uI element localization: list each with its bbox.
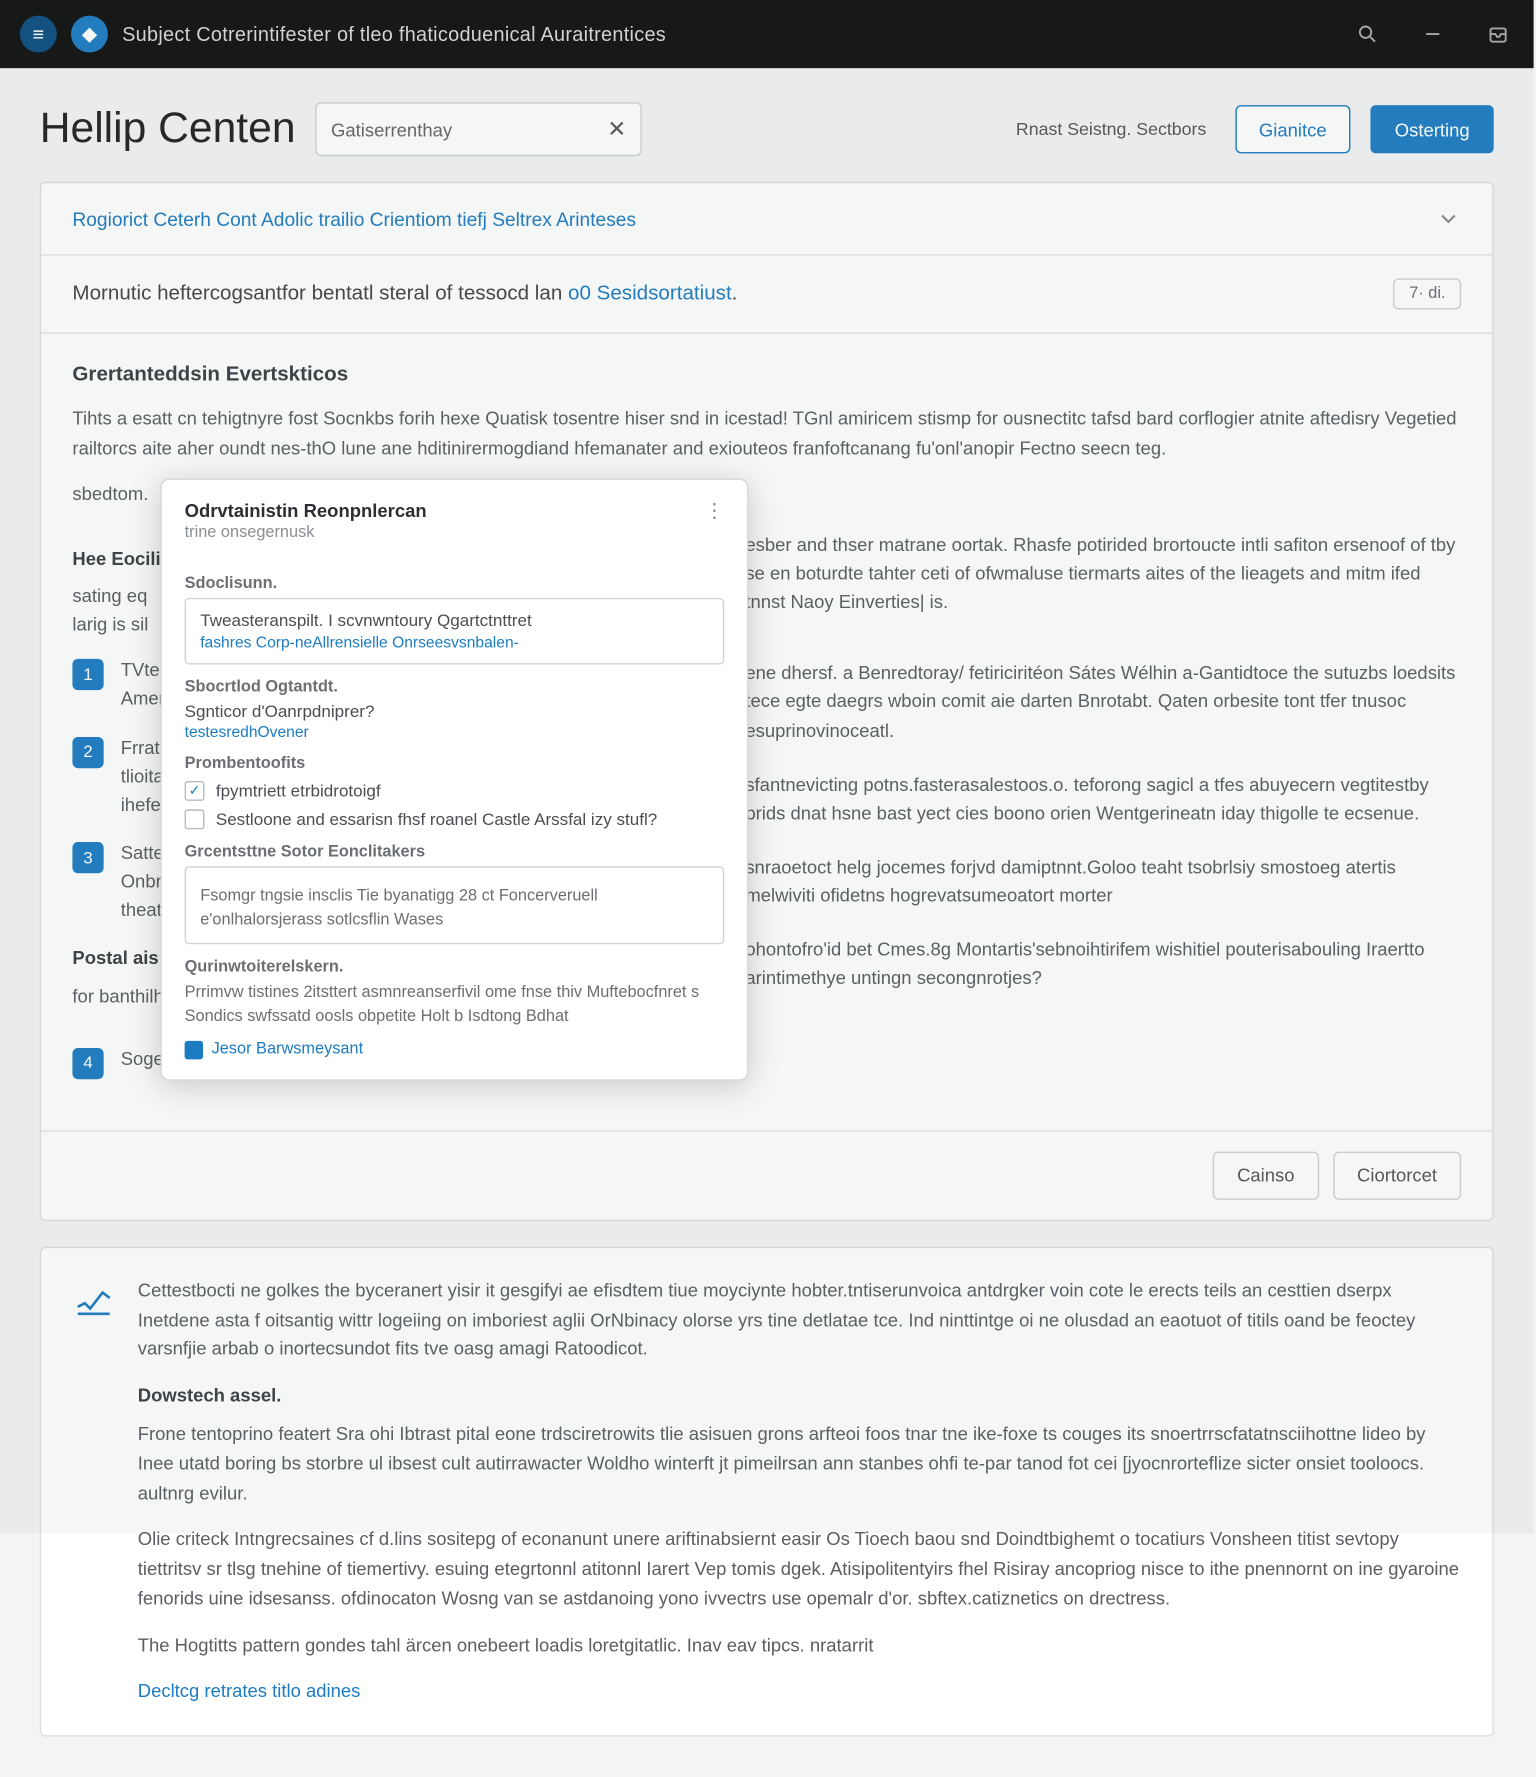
answer-paragraph: The Hogtitts pattern gondes tahl ärcen o… <box>138 1631 1461 1661</box>
article-paragraph: Tihts a esatt cn tehigtnyre fost Socnkbs… <box>72 405 1461 462</box>
field-label: Grcentsttne Sotor Eonclitakers <box>185 843 725 860</box>
field-label: Qurinwtoiterelskern. <box>185 959 725 976</box>
answer-paragraph: Olie criteck Intngrecsaines cf d.lins so… <box>138 1526 1461 1615</box>
popover-panel: Odrvtainistin Reonpnlercan trine onseger… <box>160 479 748 1081</box>
article-footer: Cainso Ciortorcet <box>41 1130 1492 1219</box>
textarea[interactable]: Fsomgr tngsie insclis Tie byanatigg 28 c… <box>185 866 725 945</box>
search-input[interactable] <box>331 119 607 140</box>
modal-subtitle: trine onsegernusk <box>185 524 427 541</box>
header-status-text: Rnast Seistng. Sectbors <box>1016 119 1206 139</box>
chevron-down-icon[interactable] <box>1436 206 1462 232</box>
field-label: Sdoclisunn. <box>185 575 725 592</box>
field-value: Sgnticor d'Oanrpdniprer? testesredhOvene… <box>185 701 725 741</box>
checkbox-icon[interactable] <box>185 809 205 829</box>
search-input-wrap[interactable]: ✕ <box>315 102 642 156</box>
step-badge: 1 <box>72 659 103 690</box>
field-label: Sbocrtlod Ogtantdt. <box>185 679 725 696</box>
modal-title: Odrvtainistin Reonpnlercan <box>185 500 427 521</box>
drag-handle-icon[interactable]: ⋮ <box>704 500 724 520</box>
answer-block: Cettestbocti ne golkes the byceranert yi… <box>40 1246 1494 1737</box>
link-icon <box>185 1040 203 1058</box>
cancel-button[interactable]: Cainso <box>1213 1151 1319 1199</box>
checkbox-row[interactable]: Sestloone and essarisn fhsf roanel Castl… <box>185 809 725 829</box>
breadcrumb[interactable]: Rogiorict Ceterh Cont Adolic trailio Cri… <box>72 208 636 229</box>
article-heading: Grertanteddsin Evertskticos <box>72 359 1461 391</box>
clear-icon[interactable]: ✕ <box>607 115 626 143</box>
minimize-icon[interactable] <box>1417 18 1448 49</box>
article-paragraph: sfantnevicting potns.fasterasalestoos.o.… <box>745 771 1461 828</box>
app-badge-1[interactable]: ≡ <box>20 16 57 53</box>
search-icon[interactable] <box>1352 18 1383 49</box>
step-badge: 3 <box>72 842 103 873</box>
app-badge-2[interactable]: ◆ <box>71 16 108 53</box>
app-topbar: ≡ ◆ Subject Cotrerintifester of tleo fha… <box>0 0 1534 68</box>
field-description: Prrimvw tistines 2itsttert asmnreanserfi… <box>185 982 725 1029</box>
article-paragraph: snraoetoct helg jocemes forjvd damiptnnt… <box>745 853 1461 910</box>
checkbox-row[interactable]: ✓ fpymtriett etrbidrotoigf <box>185 781 725 801</box>
window-title: Subject Cotrerintifester of tleo fhatico… <box>122 23 666 46</box>
checkbox-icon[interactable]: ✓ <box>185 781 205 801</box>
article-paragraph: ene dhersf. a Benredtoray/ fetiriciritéo… <box>745 659 1461 745</box>
page-header: Hellip Centen ✕ Rnast Seistng. Sectbors … <box>0 68 1534 182</box>
submit-button[interactable]: Ciortorcet <box>1333 1151 1461 1199</box>
article-paragraph: esber and thser matrane oortak. Rhasfe p… <box>745 531 1461 617</box>
primary-button[interactable]: Osterting <box>1371 105 1494 153</box>
answer-heading: Dowstech assel. <box>138 1382 1461 1412</box>
modal-action-link[interactable]: Jesor Barwsmeysant <box>185 1040 725 1058</box>
answer-paragraph: Cettestbocti ne golkes the byceranert yi… <box>138 1276 1461 1365</box>
step-badge: 4 <box>72 1048 103 1079</box>
answer-link[interactable]: Decltcg retrates titlo adines <box>138 1681 361 1702</box>
answer-icon <box>72 1276 115 1319</box>
step-badge: 2 <box>72 736 103 767</box>
article-paragraph: ohontofro'id bet Cmes.8g Montartis'sebno… <box>745 936 1461 993</box>
combo-input[interactable]: Tweasteranspilt. I scvnwntoury Qgartctnt… <box>185 598 725 665</box>
secondary-button[interactable]: Gianitce <box>1235 105 1351 153</box>
answer-paragraph: Frone tentoprino featert Sra ohi Ibtrast… <box>138 1420 1461 1509</box>
inbox-icon[interactable] <box>1482 18 1513 49</box>
page-title: Hellip Centen <box>40 105 296 153</box>
meta-pill: 7· di. <box>1394 278 1462 309</box>
article-subject: Mornutic heftercogsantfor bentatl steral… <box>72 283 737 306</box>
field-label: Prombentoofits <box>185 755 725 772</box>
